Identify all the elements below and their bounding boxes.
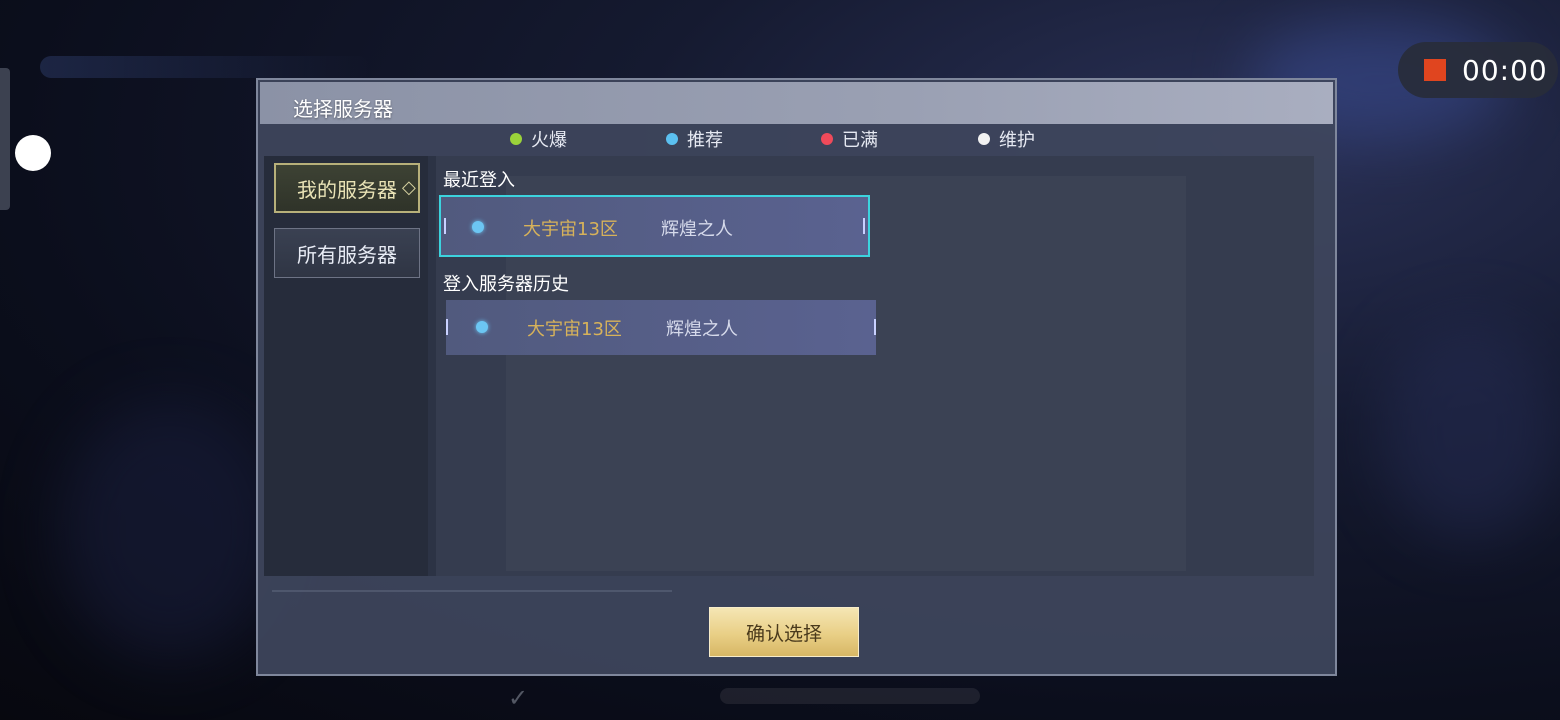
- dialog-header: 选择服务器: [260, 82, 1333, 124]
- character-name: 辉煌之人: [666, 319, 738, 340]
- recommended-status-dot-icon: [472, 221, 484, 233]
- footer-divider: [272, 590, 672, 592]
- legend-label: 推荐: [687, 130, 723, 151]
- server-name: 大宇宙13区: [527, 319, 622, 340]
- maintenance-status-dot-icon: [978, 133, 990, 145]
- full-status-dot-icon: [821, 133, 833, 145]
- dialog-title: 选择服务器: [293, 97, 393, 121]
- hot-status-dot-icon: [510, 133, 522, 145]
- legend-item-full: 已满: [821, 126, 878, 152]
- recent-server-row[interactable]: 大宇宙13区 辉煌之人: [439, 195, 870, 257]
- legend-label: 维护: [999, 130, 1035, 151]
- legend-label: 火爆: [531, 130, 567, 151]
- tab-all-servers[interactable]: 所有服务器: [274, 228, 420, 278]
- legend-item-maintenance: 维护: [978, 126, 1035, 152]
- legend-label: 已满: [842, 130, 878, 151]
- screen-recorder-widget[interactable]: 00:00: [1398, 42, 1558, 98]
- recommended-status-dot-icon: [476, 321, 488, 333]
- status-legend: 火爆 推荐 已满 维护: [258, 124, 1335, 154]
- server-select-dialog: 选择服务器 火爆 推荐 已满 维护 我的服务器 所有服务器: [256, 78, 1337, 676]
- row-edge-left: [446, 319, 448, 335]
- stop-record-icon[interactable]: [1424, 59, 1446, 81]
- floating-assist-button[interactable]: [15, 135, 51, 171]
- background-glow: [60, 400, 280, 660]
- check-icon: ✓: [508, 684, 529, 712]
- selected-tab-indicator-icon: ◇: [402, 177, 416, 198]
- tab-my-servers[interactable]: 我的服务器: [274, 163, 420, 213]
- background-text-ghost: [720, 688, 980, 704]
- recommended-status-dot-icon: [666, 133, 678, 145]
- login-history-label: 登入服务器历史: [443, 274, 569, 295]
- row-edge-left: [444, 218, 446, 234]
- confirm-select-button[interactable]: 确认选择: [709, 607, 859, 657]
- recent-login-label: 最近登入: [443, 170, 515, 191]
- recording-timer: 00:00: [1462, 53, 1548, 87]
- server-category-nav: 我的服务器 所有服务器: [264, 156, 428, 576]
- legend-item-hot: 火爆: [510, 126, 567, 152]
- server-name: 大宇宙13区: [523, 219, 618, 240]
- row-edge-right: [863, 218, 865, 234]
- background-logo-strip: [40, 56, 370, 78]
- side-drawer-handle[interactable]: [0, 68, 10, 210]
- history-server-row[interactable]: 大宇宙13区 辉煌之人: [446, 300, 876, 355]
- background-glow: [1380, 320, 1560, 540]
- legend-item-recommended: 推荐: [666, 126, 723, 152]
- character-name: 辉煌之人: [661, 219, 733, 240]
- row-edge-right: [874, 319, 876, 335]
